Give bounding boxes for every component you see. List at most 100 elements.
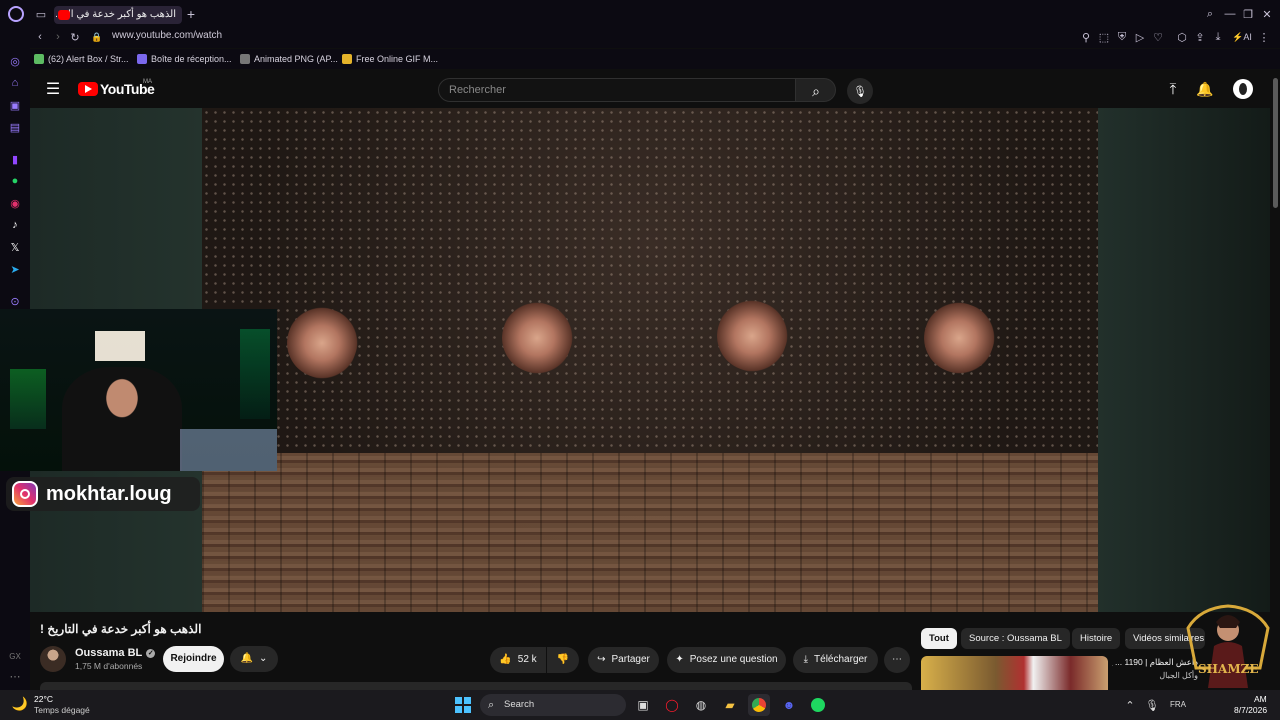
channel-avatar[interactable] [40,646,66,672]
pin-icon[interactable]: ⚲ [1080,30,1092,44]
file-explorer-icon[interactable]: ▰ [719,694,741,716]
minimize-icon[interactable]: — [1223,7,1237,21]
youtube-favicon-icon [58,10,70,20]
spotify-icon[interactable] [807,694,829,716]
play-icon[interactable]: ▷ [1134,30,1146,44]
bookmark-gif-maker[interactable]: Free Online GIF M... [342,49,438,69]
clock-date[interactable]: 8/7/2026 [1234,705,1267,715]
github-icon[interactable]: ◍ [690,694,712,716]
bookmarks-bar: (62) Alert Box / Str... Boîte de récepti… [30,49,1280,69]
youtube-region-code: MA [143,79,152,85]
opera-gx-logo-icon[interactable] [8,6,24,22]
reload-icon[interactable]: ↻ [69,30,81,44]
more-dots-icon: ⋯ [892,654,902,665]
gx-cleaner-icon[interactable]: ▣ [8,98,22,112]
bookmark-favicon-icon [342,54,352,64]
scrollbar-thumb[interactable] [1273,78,1278,208]
channel-name-row[interactable]: Oussama BL ✓ [75,647,156,659]
task-view-icon[interactable]: ▣ [632,694,654,716]
channel-name[interactable]: Oussama BL [75,647,142,659]
chip-history[interactable]: Histoire [1072,628,1121,649]
maximize-icon[interactable]: ❐ [1241,7,1255,21]
recommendation-thumbnail[interactable] [921,656,1108,690]
desk-surface [180,429,277,471]
tab-search-icon[interactable]: ⌕ [1203,7,1217,21]
chip-source[interactable]: Source : Oussama BL [961,628,1070,649]
bookmark-alert-box[interactable]: (62) Alert Box / Str... [34,49,129,69]
hamburger-menu-icon[interactable]: ☰ [44,80,62,98]
notifications-bell-icon[interactable]: 🔔 [1196,80,1214,98]
search-input[interactable]: Rechercher [438,78,796,102]
sidebar-more-icon[interactable]: ⋯ [8,670,22,683]
download-icon[interactable]: ⤓ [1212,30,1224,44]
back-arrow-icon[interactable]: ‹ [34,30,46,44]
tab-youtube-video[interactable]: الذهب هو أكبر خدعة في ال... [54,6,182,24]
download-arrow-icon: ⤓ [803,654,809,665]
create-upload-icon[interactable]: ⤒ [1164,80,1182,98]
more-actions-button[interactable]: ⋯ [884,647,910,673]
telegram-icon[interactable]: ➤ [8,262,22,276]
shield-icon[interactable]: ⛨ [1116,30,1128,44]
clock-time[interactable]: AM [1254,694,1267,704]
account-avatar[interactable] [1233,79,1253,99]
url-field[interactable]: www.youtube.com/watch [112,30,222,41]
tiktok-icon[interactable]: ♪ [8,218,22,232]
page-scrollbar[interactable] [1271,70,1280,690]
download-button[interactable]: ⤓ Télécharger [793,647,878,673]
whatsapp-icon[interactable]: ● [8,174,22,188]
forward-arrow-icon[interactable]: › [52,30,64,44]
share-icon[interactable]: ⇪ [1194,30,1206,44]
language-indicator[interactable]: FRA [1170,700,1186,709]
video-player[interactable] [202,108,1098,612]
windows-start-icon[interactable] [452,694,474,716]
gx-corner-icon[interactable]: ⌂ [8,76,22,90]
menu-dots-icon[interactable]: ⋮ [1258,30,1270,44]
new-tab-plus-icon[interactable]: + [184,6,198,22]
moon-weather-icon[interactable]: 🌙 [12,696,28,712]
ai-icon[interactable]: ⚡AI [1232,30,1252,44]
extensions-icon[interactable]: ⬡ [1176,30,1188,44]
twitch-icon[interactable]: ▮ [8,152,22,166]
chip-all[interactable]: Tout [921,628,957,649]
instagram-icon[interactable]: ◉ [8,196,22,210]
windows-taskbar: 🌙 22°C Temps dégagé ⌕ Search ▣ ◯ ◍ ▰ ☻ ⌃… [0,690,1280,720]
tab-islands-icon[interactable]: ▭ [34,8,48,21]
description-box[interactable] [40,682,912,690]
dislike-button[interactable]: 👎 [547,647,579,673]
join-button[interactable]: Rejoindre [163,646,224,672]
taskbar-search-box[interactable]: ⌕ Search [480,694,626,716]
rgb-shelf-light [10,369,46,429]
voice-search-button[interactable]: 🎙 [847,78,873,104]
x-twitter-icon[interactable]: 𝕏 [8,240,22,254]
bookmark-animated-png[interactable]: Animated PNG (AP... [240,49,338,69]
heart-icon[interactable]: ♡ [1152,30,1164,44]
like-button[interactable]: 👍 52 k [490,647,546,673]
search-button[interactable]: ⌕ [796,78,836,102]
gx-more-icon[interactable]: ⊙ [8,294,22,308]
weather-description[interactable]: Temps dégagé [34,705,90,715]
discord-icon[interactable]: ☻ [778,694,800,716]
verified-badge-icon: ✓ [146,648,156,658]
gx-player-icon[interactable]: ▤ [8,120,22,134]
streamer-silhouette [62,367,182,471]
snapshot-icon[interactable]: ⬚ [1098,30,1110,44]
thumbs-down-icon: 👎 [556,654,570,665]
address-bar-row: ‹ › ↻ 🔒 www.youtube.com/watch ⚲ ⬚ ⛨ ▷ ♡ … [0,26,1280,48]
chrome-icon[interactable] [748,694,770,716]
share-button[interactable]: ↪ Partager [588,647,659,673]
gx-logo-icon[interactable]: GX [6,650,24,662]
youtube-logo-icon[interactable] [78,82,98,96]
like-count: 52 k [517,654,537,665]
notification-bell-dropdown[interactable]: 🔔 ⌄ [230,646,278,672]
bookmark-inbox[interactable]: Boîte de réception... [137,49,232,69]
gx-control-icon[interactable]: ◎ [8,54,22,68]
close-window-icon[interactable]: ✕ [1260,7,1274,21]
video-frame-stone-band [202,453,1098,612]
ask-question-button[interactable]: ✦ Posez une question [667,647,786,673]
share-arrow-icon: ↪ [597,654,606,665]
chevron-up-icon[interactable]: ⌃ [1124,699,1136,712]
bookmark-favicon-icon [137,54,147,64]
opera-icon[interactable]: ◯ [661,694,683,716]
weather-temperature[interactable]: 22°C [34,694,53,704]
microphone-tray-icon[interactable]: 🎙 [1145,699,1159,712]
